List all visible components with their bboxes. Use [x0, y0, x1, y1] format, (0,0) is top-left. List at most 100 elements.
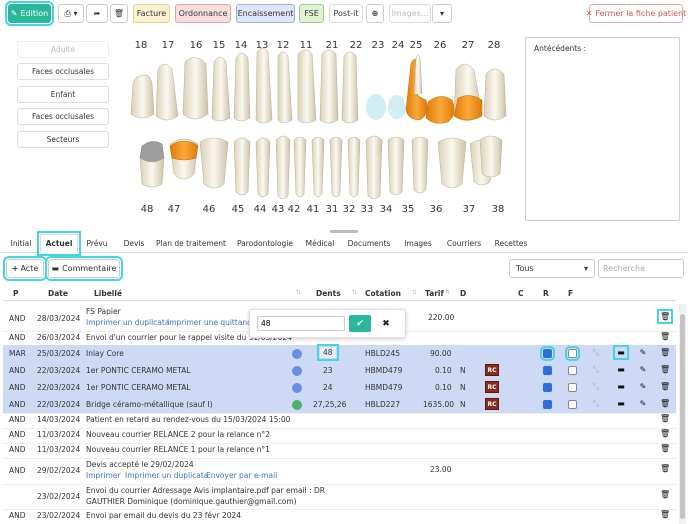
f-checkbox[interactable]: [568, 383, 577, 392]
imprimer-duplicata-link[interactable]: Imprimer un duplicata: [125, 471, 208, 480]
comment-icon[interactable]: ▬: [616, 399, 626, 408]
r-checkbox[interactable]: [543, 366, 552, 375]
tooth-number-23[interactable]: 23: [368, 40, 388, 51]
edition-button[interactable]: ✎ Edition: [5, 1, 54, 26]
tooth-number-45[interactable]: 45: [228, 204, 248, 215]
tooth-number-37[interactable]: 37: [459, 204, 479, 215]
table-row[interactable]: MAR 25/03/2024 Inlay Core 48 HBLD245 90.…: [3, 344, 676, 362]
tab-courriers[interactable]: Courriers: [444, 234, 484, 253]
table-row[interactable]: 23/02/2024 Envoi du courrier Adressage A…: [3, 485, 676, 509]
tab-devis[interactable]: Devis: [120, 234, 148, 253]
trash-icon[interactable]: 🗑: [660, 464, 670, 473]
tab-initial[interactable]: Initial: [6, 234, 36, 253]
pencil-icon[interactable]: ✎: [638, 382, 648, 391]
adulte-button[interactable]: Adulte: [17, 41, 109, 58]
tab-medical[interactable]: Médical: [302, 234, 338, 253]
facture-button[interactable]: Facture: [133, 4, 170, 23]
enfant-button[interactable]: Enfant: [17, 86, 109, 103]
sort-icon[interactable]: ⇅: [412, 289, 417, 296]
trash-icon[interactable]: 🗑: [660, 332, 670, 341]
tooth-number-48[interactable]: 48: [137, 204, 157, 215]
tooth-number-18[interactable]: 18: [131, 40, 151, 51]
table-row[interactable]: AND 11/03/2024 Nouveau courrier RELANCE …: [3, 429, 676, 442]
resize-handle[interactable]: [330, 230, 358, 233]
table-row[interactable]: AND 23/02/2024 Envoi par email du devis …: [3, 510, 676, 523]
r-checkbox[interactable]: [543, 400, 552, 409]
trash-icon[interactable]: 🗑: [660, 444, 670, 453]
tooth-number-33[interactable]: 33: [357, 204, 377, 215]
delete-button[interactable]: 🗑: [110, 4, 128, 23]
tooth-number-24[interactable]: 24: [388, 40, 408, 51]
tooth-number-25[interactable]: 25: [406, 40, 426, 51]
header-dents[interactable]: Dents: [316, 289, 341, 298]
tooth-number-12[interactable]: 12: [273, 40, 293, 51]
tooth-number-38[interactable]: 38: [488, 204, 508, 215]
trash-icon[interactable]: 🗑: [660, 510, 670, 519]
scrollbar-thumb[interactable]: [680, 314, 685, 519]
tooth-number-47[interactable]: 47: [164, 204, 184, 215]
header-tarif[interactable]: Tarif: [425, 289, 444, 298]
trash-icon[interactable]: 🗑: [660, 348, 670, 357]
close-patient-button[interactable]: ✕ Fermer la fiche patient: [586, 4, 686, 23]
confirm-button[interactable]: ✔: [349, 315, 371, 332]
tooth-number-32[interactable]: 32: [339, 204, 359, 215]
secteurs-button[interactable]: Secteurs: [17, 131, 109, 148]
print-duplicata-link[interactable]: Imprimer un duplicata: [86, 318, 169, 327]
table-row[interactable]: AND 29/02/2024 Devis accepté le 29/02/20…: [3, 459, 676, 483]
scrollbar-track[interactable]: [679, 304, 686, 524]
trash-icon[interactable]: 🗑: [660, 490, 670, 499]
tab-plan-traitement[interactable]: Plan de traitement: [156, 234, 226, 253]
expand-icon[interactable]: ⤡: [591, 382, 601, 392]
teeth-input[interactable]: [257, 316, 345, 331]
expand-icon[interactable]: ⤡: [591, 399, 601, 409]
table-row[interactable]: AND 22/03/2024 Bridge céramo-métallique …: [3, 396, 676, 413]
rc-badge[interactable]: RC: [485, 364, 499, 376]
tooth-number-42[interactable]: 42: [284, 204, 304, 215]
tooth-number-35[interactable]: 35: [398, 204, 418, 215]
tooth-number-13[interactable]: 13: [252, 40, 272, 51]
table-row[interactable]: AND 11/03/2024 Nouveau courrier RELANCE …: [3, 444, 676, 457]
rc-badge[interactable]: RC: [485, 398, 499, 410]
f-checkbox[interactable]: [568, 366, 577, 375]
header-cotation[interactable]: Cotation: [365, 289, 401, 298]
table-row[interactable]: AND 22/03/2024 1er PONTIC CERAMO METAL 2…: [3, 362, 676, 379]
envoyer-email-link[interactable]: Envoyer par e-mail: [206, 471, 277, 480]
search-input[interactable]: Recherche: [598, 259, 684, 278]
comment-icon[interactable]: ▬: [616, 365, 626, 374]
tooth-number-28[interactable]: 28: [484, 40, 504, 51]
tooth-number-34[interactable]: 34: [376, 204, 396, 215]
header-date[interactable]: Date: [48, 289, 68, 298]
trash-icon[interactable]: 🗑: [657, 309, 673, 324]
faces-occlusales-button-2[interactable]: Faces occlusales: [17, 108, 109, 125]
tab-images[interactable]: Images: [400, 234, 436, 253]
trash-icon[interactable]: 🗑: [660, 399, 670, 408]
tooth-number-17[interactable]: 17: [158, 40, 178, 51]
sort-icon[interactable]: ⇅: [296, 289, 301, 296]
expand-icon[interactable]: ⤡: [591, 348, 601, 358]
antecedents-textarea[interactable]: Antécédents :: [525, 37, 680, 221]
ordonnance-button[interactable]: Ordonnance: [175, 4, 231, 23]
add-button[interactable]: ⊕: [366, 4, 384, 23]
expand-icon[interactable]: ⤡: [591, 365, 601, 375]
tooth-number-36[interactable]: 36: [426, 204, 446, 215]
imprimer-link[interactable]: Imprimer: [86, 471, 120, 480]
fse-button[interactable]: FSE: [299, 4, 324, 23]
comment-icon[interactable]: ▬: [616, 382, 626, 391]
f-checkbox[interactable]: [565, 346, 580, 361]
tab-documents[interactable]: Documents: [346, 234, 392, 253]
add-acte-button[interactable]: + Acte: [3, 256, 47, 281]
tooth-number-15[interactable]: 15: [209, 40, 229, 51]
pencil-icon[interactable]: ✎: [638, 348, 648, 357]
pencil-icon[interactable]: ✎: [638, 365, 648, 374]
faces-occlusales-button-1[interactable]: Faces occlusales: [17, 63, 109, 80]
trash-icon[interactable]: 🗑: [660, 414, 670, 423]
add-commentaire-button[interactable]: ▬ Commentaire: [45, 256, 123, 281]
tooth-number-44[interactable]: 44: [250, 204, 270, 215]
r-checkbox[interactable]: [540, 346, 555, 361]
tab-prevu[interactable]: Prévu: [82, 234, 112, 253]
header-c[interactable]: C: [518, 289, 524, 298]
tooth-number-14[interactable]: 14: [231, 40, 251, 51]
trash-icon[interactable]: 🗑: [660, 429, 670, 438]
print-dropdown-button[interactable]: ⎙ ▾: [58, 4, 84, 23]
header-libelle[interactable]: Libellé: [94, 289, 122, 298]
